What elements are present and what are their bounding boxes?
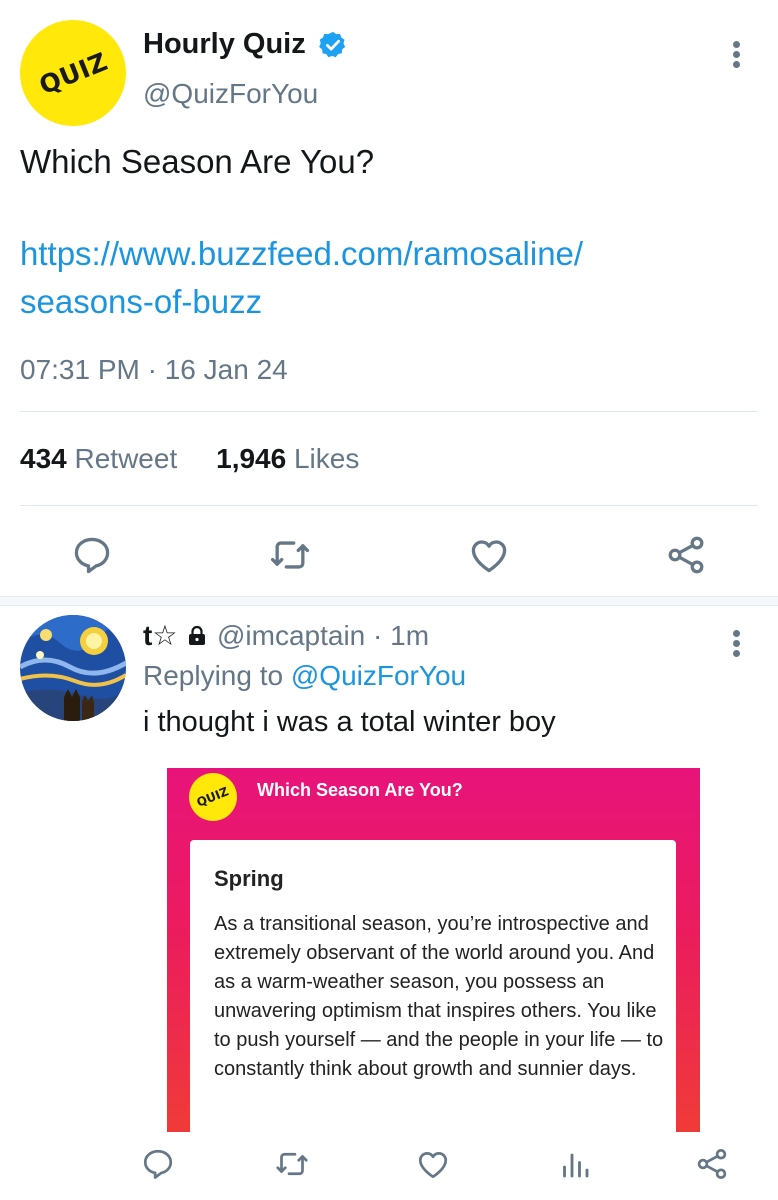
retweet-icon[interactable] — [268, 533, 312, 577]
like-stat[interactable]: 1,946 Likes — [216, 443, 359, 474]
avatar[interactable]: QUIZ — [20, 20, 126, 126]
share-icon[interactable] — [664, 533, 708, 577]
tweet-link-line2[interactable]: seasons-of-buzz — [20, 278, 760, 326]
retweet-stat[interactable]: 434 Retweet — [20, 443, 177, 474]
retweet-label: Retweet — [74, 443, 178, 474]
retweet-icon[interactable] — [274, 1146, 310, 1182]
reply-avatar[interactable] — [20, 615, 126, 721]
divider — [20, 505, 758, 506]
replying-to: Replying to @QuizForYou — [143, 660, 466, 692]
analytics-icon[interactable] — [557, 1146, 593, 1182]
like-icon[interactable] — [415, 1146, 451, 1182]
starry-night-image — [20, 615, 126, 721]
tweet-stats: 434 Retweet 1,946 Likes — [20, 443, 359, 475]
tweet-link[interactable]: https://www.buzzfeed.com/ramosaline/ sea… — [20, 230, 760, 326]
reply-header: t☆ @imcaptain · 1m — [143, 619, 429, 652]
result-title: Spring — [214, 866, 284, 891]
card-title: Which Season Are You? — [257, 780, 463, 800]
more-options-icon[interactable] — [730, 38, 742, 71]
attached-image[interactable]: QUIZ Which Season Are You? Spring As a t… — [167, 768, 700, 1132]
section-separator — [0, 596, 778, 606]
reply-icon[interactable] — [70, 533, 114, 577]
card-quiz-logo: QUIZ — [189, 773, 237, 821]
reply-more-options-icon[interactable] — [730, 627, 742, 660]
retweet-count: 434 — [20, 443, 67, 474]
reply-icon[interactable] — [140, 1146, 176, 1182]
share-icon[interactable] — [694, 1146, 730, 1182]
reply-handle[interactable]: @imcaptain — [217, 620, 365, 651]
reply-time: · 1m — [373, 620, 430, 651]
like-count: 1,946 — [216, 443, 287, 474]
card-logo-text: QUIZ — [195, 784, 231, 810]
like-icon[interactable] — [467, 533, 511, 577]
result-description: As a transitional season, you’re introsp… — [214, 913, 664, 1080]
verified-icon — [319, 31, 346, 58]
display-name[interactable]: Hourly Quiz — [143, 28, 306, 61]
tweet-link-line1[interactable]: https://www.buzzfeed.com/ramosaline/ — [20, 230, 760, 278]
avatar-text: QUIZ — [34, 46, 112, 100]
replying-to-prefix: Replying to — [143, 660, 284, 691]
like-label: Likes — [293, 443, 360, 474]
result-panel: Spring As a transitional season, you’re … — [190, 840, 676, 1132]
replying-to-handle[interactable]: @QuizForYou — [291, 660, 466, 691]
reply-display-name[interactable]: t☆ — [143, 620, 177, 651]
divider — [20, 411, 758, 412]
tweet-text: Which Season Are You? — [20, 143, 375, 180]
user-handle[interactable]: @QuizForYou — [143, 78, 318, 110]
reply-text: i thought i was a total winter boy — [143, 706, 556, 738]
lock-icon — [189, 625, 206, 645]
tweet-timestamp: 07:31 PM · 16 Jan 24 — [20, 354, 288, 385]
